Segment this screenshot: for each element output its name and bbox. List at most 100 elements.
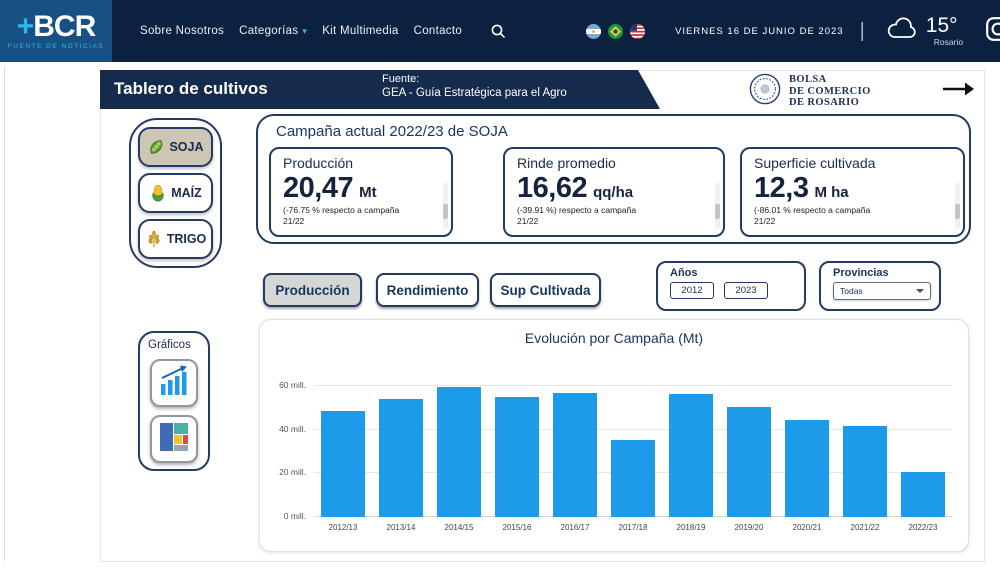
dashboard-header-band: Tablero de cultivos Fuente: GEA - Guía E… [100, 70, 660, 109]
brand-line-2: DE COMERCIO [789, 86, 871, 98]
flag-usa-icon[interactable] [630, 24, 645, 39]
brand-line-1: BOLSA [789, 74, 871, 86]
x-axis-label: 2022/23 [899, 523, 947, 532]
source-label: Fuente: [382, 73, 567, 85]
treemap-icon [157, 420, 191, 459]
card-note: (-76.75 % respecto a campaña [283, 205, 439, 216]
x-axis-label: 2014/15 [435, 523, 483, 532]
y-axis-label: 0 mill. [284, 511, 306, 521]
bar-2012/13[interactable] [321, 411, 365, 517]
dashboard-panel: Tablero de cultivos Fuente: GEA - Guía E… [100, 70, 985, 562]
bcr-logo[interactable]: +BCR FUENTE DE NOTICIAS [0, 0, 112, 62]
card-scrollbar[interactable] [955, 183, 960, 229]
card-unit: M ha [814, 184, 848, 201]
provinces-label: Provincias [833, 267, 939, 279]
bar-2014/15[interactable] [437, 387, 481, 517]
provinces-group: Provincias Todas [819, 261, 941, 311]
x-axis-label: 2021/22 [841, 523, 889, 532]
temperature-text: 15° [926, 16, 958, 36]
instagram-icon[interactable] [985, 16, 1000, 47]
bar-2015/16[interactable] [495, 397, 539, 517]
nav-link-kit-multimedia[interactable]: Kit Multimedia [322, 25, 398, 37]
bar-2022/23[interactable] [901, 472, 945, 517]
card-unit: Mt [359, 184, 377, 201]
y-axis-label: 60 mill. [279, 380, 306, 390]
corn-icon [149, 184, 167, 202]
flag-argentina-icon[interactable] [586, 24, 601, 39]
card-note: (-39.91 %) respecto a campaña [517, 205, 711, 216]
bar-chart-icon [157, 364, 191, 403]
x-axis-label: 2018/19 [667, 523, 715, 532]
crop-button-trigo[interactable]: TRIGO [138, 219, 213, 259]
card-title: Producción [283, 155, 439, 171]
x-axis-label: 2020/21 [783, 523, 831, 532]
x-axis-label: 2015/16 [493, 523, 541, 532]
navbar-divider: | [860, 20, 865, 43]
source-value: GEA - Guía Estratégica para el Agro [382, 87, 567, 99]
card-scrollbar[interactable] [715, 183, 720, 229]
provinces-selected-value: Todas [840, 286, 863, 296]
years-group: Años [656, 261, 806, 311]
dropdown-caret-icon [916, 289, 924, 293]
chevron-down-icon: ▾ [302, 26, 307, 36]
cloud-icon [885, 17, 919, 46]
tab-produccion[interactable]: Producción [263, 273, 362, 307]
wheat-icon [145, 230, 163, 248]
nav-link-categorias[interactable]: Categorías ▾ [239, 25, 307, 37]
bar-2020/21[interactable] [785, 420, 829, 517]
summary-title: Campaña actual 2022/23 de SOJA [276, 123, 969, 140]
crop-button-maiz[interactable]: MAÍZ [138, 173, 213, 213]
page-edge-line [4, 66, 5, 561]
dashboard-title: Tablero de cultivos [114, 79, 268, 99]
bar-2018/19[interactable] [669, 394, 713, 517]
nav-link-sobre-nosotros[interactable]: Sobre Nosotros [140, 25, 224, 37]
x-axis-label: 2017/18 [609, 523, 657, 532]
bar-chart-view-button[interactable] [150, 359, 198, 407]
graphs-panel: Gráficos [138, 331, 210, 471]
summary-card-rinde: Rinde promedio 16,62 qq/ha (-39.91 %) re… [503, 147, 725, 237]
provinces-dropdown[interactable]: Todas [833, 282, 931, 300]
search-icon[interactable] [490, 23, 506, 39]
brand-line-3: DE ROSARIO [789, 97, 871, 109]
weather-widget: 15° Rosario [885, 16, 963, 47]
crop-selector: SOJA MAÍZ TRIGO [129, 118, 222, 268]
card-note-cont: 21/22 [517, 216, 711, 227]
bcr-brand: BOLSA DE COMERCIO DE ROSARIO [749, 73, 871, 110]
card-scrollbar[interactable] [443, 183, 448, 229]
years-label: Años [670, 267, 804, 279]
summary-card-produccion: Producción 20,47 Mt (-76.75 % respecto a… [269, 147, 453, 237]
x-axis-label: 2012/13 [319, 523, 367, 532]
year-to-input[interactable] [724, 282, 768, 299]
scrollbar-thumb[interactable] [715, 204, 720, 219]
arrow-right-icon [941, 81, 975, 97]
tab-sup-cultivada[interactable]: Sup Cultivada [490, 273, 601, 307]
y-axis-label: 40 mill. [279, 424, 306, 434]
soybean-icon [147, 138, 165, 156]
bars-row [314, 364, 952, 517]
logo-text: +BCR [17, 13, 96, 41]
graphs-label: Gráficos [148, 339, 191, 351]
scrollbar-thumb[interactable] [443, 204, 448, 219]
bar-2013/14[interactable] [379, 399, 423, 517]
bar-2017/18[interactable] [611, 440, 655, 517]
crop-button-soja[interactable]: SOJA [138, 127, 213, 167]
source-block: Fuente: GEA - Guía Estratégica para el A… [382, 73, 567, 99]
flag-brazil-icon[interactable] [608, 24, 623, 39]
y-axis-label: 20 mill. [279, 467, 306, 477]
top-navbar: +BCR FUENTE DE NOTICIAS Sobre Nosotros C… [0, 0, 1000, 62]
tab-rendimiento[interactable]: Rendimiento [376, 273, 479, 307]
scrollbar-thumb[interactable] [955, 204, 960, 219]
year-from-input[interactable] [670, 282, 714, 299]
card-title: Superficie cultivada [754, 155, 951, 171]
bar-2019/20[interactable] [727, 407, 771, 517]
main-nav: Sobre Nosotros Categorías ▾ Kit Multimedi… [140, 25, 462, 37]
crop-label: MAÍZ [171, 186, 202, 200]
nav-link-categorias-label: Categorías [239, 25, 298, 37]
bar-2016/17[interactable] [553, 393, 597, 517]
next-arrow-button[interactable] [941, 81, 975, 102]
treemap-view-button[interactable] [150, 415, 198, 463]
x-axis-label: 2019/20 [725, 523, 773, 532]
chart-panel: Evolución por Campaña (Mt) 0 mill.20 mil… [259, 319, 969, 552]
nav-link-contacto[interactable]: Contacto [414, 25, 462, 37]
bar-2021/22[interactable] [843, 426, 887, 517]
